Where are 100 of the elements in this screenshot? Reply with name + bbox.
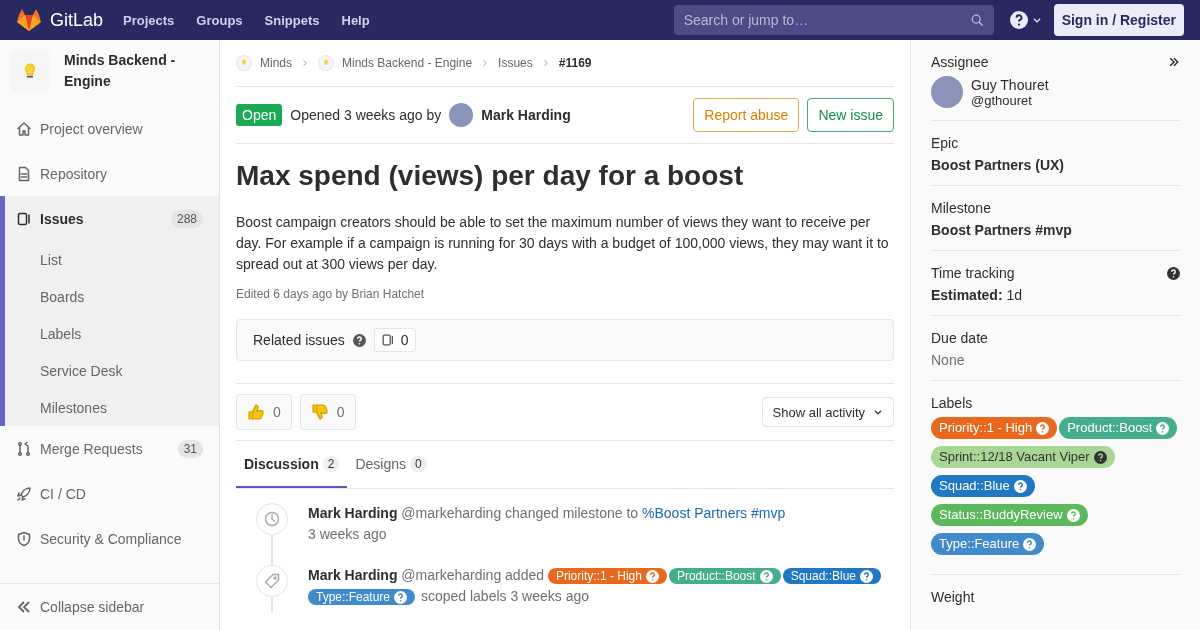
help-icon [1093, 450, 1107, 464]
section-heading: Time tracking [931, 265, 1015, 281]
related-issues-count: 0 [373, 328, 416, 352]
sidebar-subitem[interactable]: Service Desk [5, 352, 219, 389]
help-icon [1013, 479, 1027, 493]
thumbs-down-icon [310, 403, 329, 421]
help-icon [394, 590, 408, 604]
tab[interactable]: Designs 0 [347, 441, 435, 488]
scoped-label[interactable]: Priority::1 - High [931, 417, 1058, 439]
sidebar-item[interactable]: CI / CD [0, 471, 219, 516]
lightbulb-icon [236, 55, 252, 71]
time-estimate: Estimated: 1d [931, 287, 1024, 303]
section-heading: Labels [931, 395, 973, 411]
help-icon [645, 569, 659, 583]
issues-icon [16, 210, 32, 227]
count-badge: 31 [177, 439, 203, 458]
action-button[interactable]: Report abuse [693, 98, 800, 132]
thumbs-up-icon [247, 403, 265, 421]
sidebar-item[interactable]: Repository [0, 151, 219, 196]
project-name[interactable]: Minds Backend - Engine [64, 50, 194, 92]
help-icon [1167, 266, 1180, 280]
author-name[interactable]: Mark Harding [308, 567, 398, 583]
tab[interactable]: Discussion 2 [236, 441, 348, 488]
opened-text: Opened 3 weeks ago by [290, 107, 442, 123]
help-icon [1066, 508, 1080, 522]
breadcrumb-link[interactable]: #1169 [558, 56, 592, 70]
section-value[interactable]: Boost Partners #mvp [931, 222, 1180, 238]
fox-logo-icon[interactable] [16, 8, 42, 32]
caret-icon [1031, 15, 1042, 25]
sidebar-subitem[interactable]: Boards [5, 278, 219, 315]
help-icon [1036, 421, 1050, 435]
home-icon [16, 120, 32, 137]
tag-icon [264, 573, 280, 589]
issue-title: Max spend (views) per day for a boost [236, 160, 745, 192]
assignee-username: @gthouret [971, 92, 1033, 108]
milestone-link[interactable]: %Boost Partners #mvp [642, 505, 786, 521]
sign-in-button[interactable]: Sign in / Register [1053, 4, 1184, 36]
section-heading: Epic [931, 135, 959, 151]
nav-link[interactable]: Groups [196, 12, 243, 28]
scoped-label[interactable]: Priority::1 - High [547, 568, 667, 584]
sidebar-item[interactable]: Merge Requests 31 [0, 426, 219, 471]
edited-text: Edited 6 days ago by Brian Hatchet [236, 287, 426, 301]
sidebar-item[interactable]: Security & Compliance [0, 516, 219, 561]
shield-icon [16, 530, 32, 547]
nav-link[interactable]: Projects [123, 12, 175, 28]
author-link[interactable]: Mark Harding [481, 107, 571, 123]
double-chevron-left-icon [16, 599, 32, 615]
scoped-label[interactable]: Type::Feature [931, 533, 1045, 555]
assignee-name[interactable]: Guy Thouret [971, 76, 1049, 93]
caret-icon [873, 407, 883, 417]
help-icon [759, 569, 773, 583]
activity-time: scoped labels 3 weeks ago [420, 588, 590, 604]
section-heading: Milestone [931, 200, 991, 216]
nav-link[interactable]: Help [341, 12, 370, 28]
action-button[interactable]: New issue [807, 98, 894, 132]
rocket-icon [16, 485, 32, 502]
section-value: None [931, 352, 966, 368]
sidebar-item[interactable]: Issues 288 [5, 196, 219, 241]
issues-icon [380, 333, 395, 347]
collapse-sidebar-button[interactable]: Collapse sidebar [0, 583, 219, 630]
section-heading: Weight [931, 589, 975, 605]
sidebar-item[interactable]: Project overview [0, 106, 219, 151]
scoped-label[interactable]: Squad::Blue [782, 568, 882, 584]
help-icon [1023, 537, 1037, 551]
activity-text: @markeharding added [401, 567, 544, 583]
status-badge: Open [236, 104, 283, 126]
scoped-label[interactable]: Squad::Blue [931, 475, 1035, 497]
scoped-label[interactable]: Type::Feature [308, 589, 416, 605]
help-icon [352, 333, 366, 347]
section-value[interactable]: Boost Partners (UX) [931, 157, 1180, 173]
emoji-award-button[interactable]: 0 [236, 394, 292, 430]
count-badge: 288 [170, 209, 203, 228]
help-menu-button[interactable] [1009, 11, 1042, 29]
help-icon [860, 569, 874, 583]
help-icon [1009, 11, 1028, 29]
breadcrumb-link[interactable]: Minds Backend - Engine [342, 56, 473, 70]
search-field[interactable]: Search or jump to… [673, 5, 994, 35]
search-icon [969, 13, 984, 27]
merge-request-icon [16, 440, 32, 457]
lightbulb-icon [318, 55, 334, 71]
breadcrumb-link[interactable]: Issues [498, 56, 533, 70]
emoji-award-button[interactable]: 0 [299, 394, 356, 430]
clock-icon [264, 511, 280, 527]
breadcrumb-link[interactable]: Minds [260, 56, 292, 70]
avatar[interactable] [449, 103, 474, 127]
expand-sidebar-icon[interactable] [1168, 56, 1180, 68]
issue-description: Boost campaign creators should be able to set the maximum number of views they want to receive per day. For example if a campaign is running for 30 days with a budget of 100,000 views, they may want it to spread out at 300 views per day. [236, 213, 890, 274]
activity-time: 3 weeks ago [308, 525, 388, 544]
sidebar-subitem[interactable]: Labels [5, 315, 219, 352]
related-issues-heading: Related issues [253, 332, 345, 348]
activity-text: Mark Harding @markeharding changed milestone to %Boost Partners #mvp [308, 504, 786, 523]
activity-filter-dropdown[interactable]: Show all activity [761, 397, 894, 427]
sidebar-subitem[interactable]: List [5, 241, 219, 278]
sidebar-subitem[interactable]: Milestones [5, 389, 219, 426]
scoped-label[interactable]: Sprint::12/18 Vacant Viper [931, 446, 1115, 468]
help-icon [1156, 421, 1170, 435]
brand-name: GitLab [50, 9, 104, 31]
nav-link[interactable]: Snippets [264, 12, 320, 28]
assignee-heading: Assignee [931, 54, 989, 70]
avatar[interactable] [931, 76, 963, 108]
